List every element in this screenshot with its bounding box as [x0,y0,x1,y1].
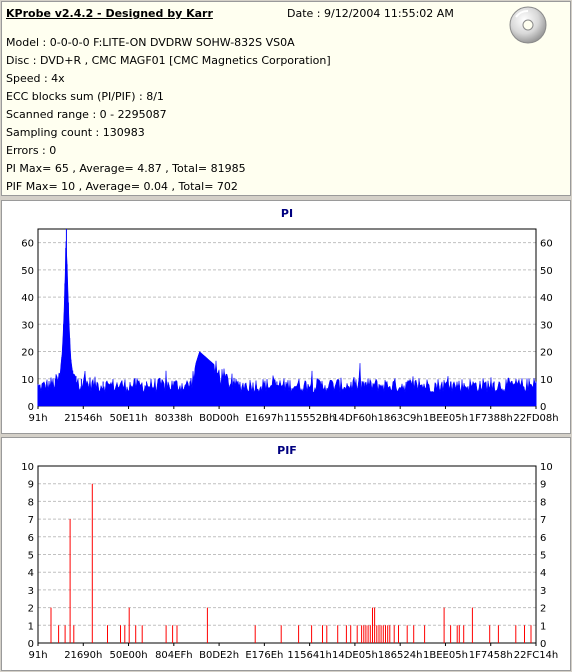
y-tick-label-left: 0 [28,639,34,650]
y-tick-label-left: 7 [28,515,34,526]
x-tick-label: 80338h [155,413,193,424]
x-tick-label: 91h [28,413,47,424]
y-tick-label-right: 10 [540,375,553,386]
y-tick-label-right: 5 [540,551,546,562]
chart-title: PIF [277,444,297,457]
y-tick-label-right: 7 [540,515,546,526]
info-errors: Errors : 0 [6,144,57,157]
x-tick-label: 1BEE05h [423,413,468,424]
y-tick-label-right: 6 [540,533,546,544]
pi-chart-panel: PI 0 0 10 10 20 20 30 30 40 40 50 50 60 60 91h 21546h 50E… [1,200,571,434]
y-tick-label-right: 0 [540,402,546,413]
pif-chart: PIF 0 0 1 1 2 2 3 3 4 4 5 5 6 6 7 7 8 8 9 9 10 10 91h 21690h 50E0… [21,444,559,661]
info-speed: Speed : 4x [6,72,65,85]
scan-date: Date : 9/12/2004 11:55:02 AM [287,7,454,20]
plot-frame [37,465,537,644]
y-tick-label-right: 2 [540,604,546,615]
y-tick-label-left: 20 [21,348,34,359]
y-tick-label-left: 10 [21,462,34,473]
disc-icon [509,6,547,44]
pi-series-area [37,241,537,407]
info-disc: Disc : DVD+R , CMC MAGF01 [CMC Magnetics… [6,54,331,67]
app-title: KProbe v2.4.2 - Designed by Karr [6,7,213,20]
x-tick-label: 50E11h [109,413,147,424]
chart-title: PI [281,207,293,220]
y-tick-label-left: 1 [28,621,34,632]
x-tick-label: 21690h [64,650,102,661]
pi-chart: PI 0 0 10 10 20 20 30 30 40 40 50 50 60 60 91h 21546h 50E… [21,207,558,424]
x-tick-label: 1F7458h [469,650,513,661]
y-tick-label-right: 4 [540,568,546,579]
x-tick-label: 91h [28,650,47,661]
x-tick-label: 1863C9h [378,413,423,424]
info-model: Model : 0-0-0-0 F:LITE-ON DVDRW SOHW-832… [6,36,295,49]
info-ecc-blocks: ECC blocks sum (PI/PIF) : 8/1 [6,90,164,103]
y-tick-label-right: 3 [540,586,546,597]
x-tick-label: 21546h [64,413,102,424]
x-tick-label: 115641h [287,650,332,661]
x-tick-label: 115552Bh [284,413,335,424]
y-tick-label-right: 0 [540,639,546,650]
y-tick-label-right: 20 [540,348,553,359]
y-tick-label-left: 2 [28,604,34,615]
y-tick-label-left: 40 [21,293,34,304]
y-tick-label-right: 50 [540,266,553,277]
info-sampling-count: Sampling count : 130983 [6,126,145,139]
x-tick-label: 14DE05h [332,650,378,661]
y-tick-label-left: 60 [21,239,34,250]
y-tick-label-right: 10 [540,462,553,473]
y-tick-label-left: 10 [21,375,34,386]
x-tick-label: 14DF60h [332,413,377,424]
x-tick-label: 1F7388h [469,413,513,424]
x-tick-label: 22FD08h [513,413,558,424]
y-tick-label-left: 3 [28,586,34,597]
info-pi-stats: PI Max= 65 , Average= 4.87 , Total= 8198… [6,162,246,175]
x-tick-label: E176Eh [245,650,283,661]
x-tick-label: 186524h [378,650,423,661]
y-tick-label-right: 9 [540,480,546,491]
y-tick-label-left: 0 [28,402,34,413]
y-tick-label-left: 30 [21,320,34,331]
x-tick-label: E1697h [245,413,283,424]
x-tick-label: B0DE2h [199,650,239,661]
pif-chart-panel: PIF 0 0 1 1 2 2 3 3 4 4 5 5 6 6 7 7 8 8 9 9 10 10 91h 21690h 50E0… [1,437,571,671]
y-tick-label-left: 9 [28,480,34,491]
y-tick-label-right: 40 [540,293,553,304]
y-tick-label-left: 8 [28,497,34,508]
x-tick-label: 22FC14h [514,650,559,661]
x-tick-label: B0D00h [199,413,239,424]
y-tick-label-right: 60 [540,239,553,250]
x-tick-label: 1BEE05h [423,650,468,661]
y-tick-label-left: 50 [21,266,34,277]
y-tick-label-right: 8 [540,497,546,508]
y-tick-label-right: 30 [540,320,553,331]
x-tick-label: 804EFh [155,650,193,661]
y-tick-label-left: 6 [28,533,34,544]
x-tick-label: 50E00h [109,650,147,661]
y-tick-label-left: 4 [28,568,34,579]
info-scanned-range: Scanned range : 0 - 2295087 [6,108,167,121]
info-panel: KProbe v2.4.2 - Designed by Karr Date : … [1,1,571,196]
info-pif-stats: PIF Max= 10 , Average= 0.04 , Total= 702 [6,180,238,193]
y-tick-label-left: 5 [28,551,34,562]
y-tick-label-right: 1 [540,621,546,632]
